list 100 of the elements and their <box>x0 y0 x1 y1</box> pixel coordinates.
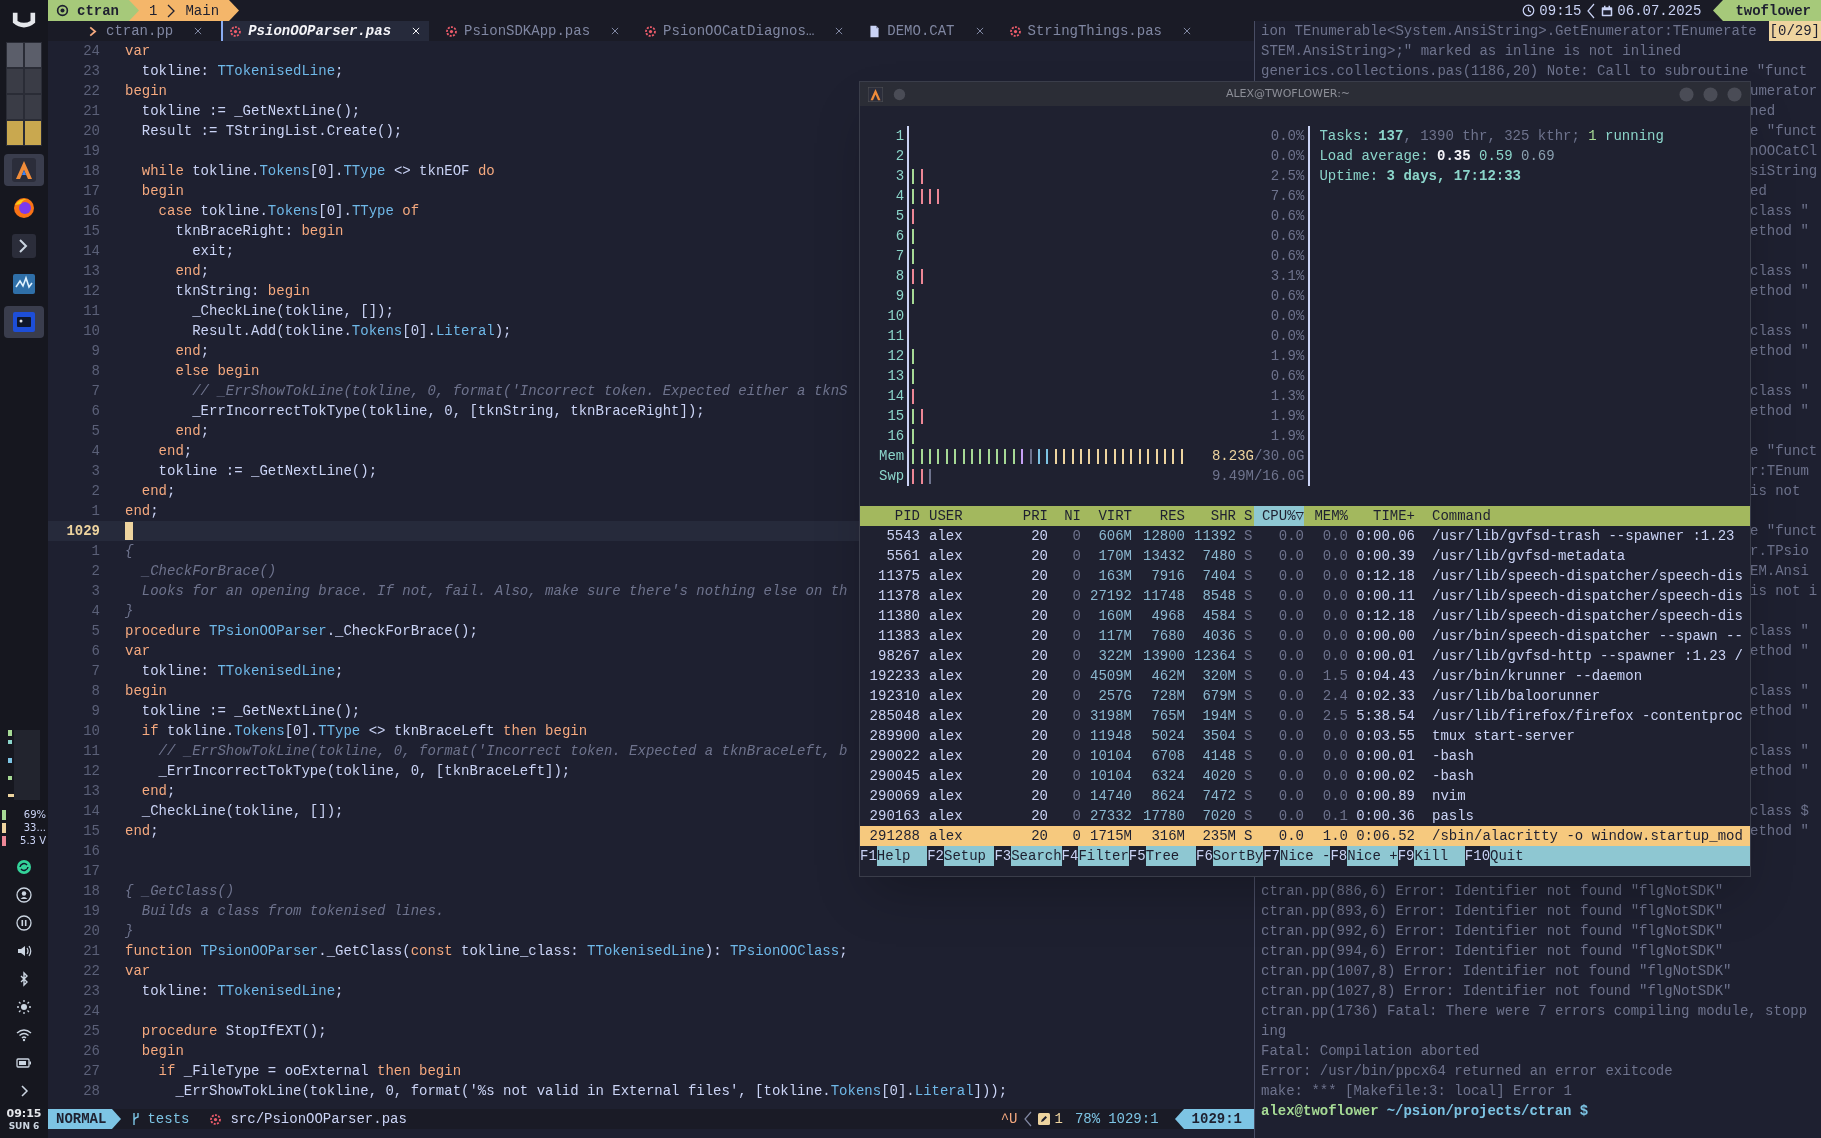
code-line: begin <box>125 82 167 101</box>
gear-icon <box>1008 24 1022 38</box>
sensor-reading: 5.3 V <box>20 834 46 847</box>
code-line: procedure TPsionOOParser._CheckForBrace(); <box>125 622 478 641</box>
sensor-reading: 33... <box>23 821 46 834</box>
column-header[interactable]: S <box>1236 506 1254 526</box>
editor-tab[interactable]: PsionOOParser.pas <box>221 21 430 41</box>
workspace-thumbnail[interactable] <box>7 95 23 119</box>
code-line: end; <box>140 782 176 801</box>
user-icon[interactable] <box>16 887 32 903</box>
window-title: ALEX@TWOFLOWER:~ <box>1225 86 1351 102</box>
process-row[interactable]: 285048 alex 20 0 3198M 765M 194M S 0.0 2.5 5:38.54 /usr/lib/firefox/firefox -contentproc <box>860 706 1750 726</box>
terminal-line: ethod " <box>1750 342 1809 361</box>
workspace-thumbnail[interactable] <box>25 121 41 145</box>
gear-icon <box>209 1112 223 1126</box>
process-row[interactable]: 192233 alex 20 0 4509M 462M 320M S 0.0 1.5 0:04.43 /usr/bin/krunner --daemon <box>860 666 1750 686</box>
code-line: end; <box>125 822 159 841</box>
terminal-app-icon <box>12 158 36 182</box>
process-row[interactable]: 11375 alex 20 0 163M 7916 7404 S 0.0 0.0 0:12.18 /usr/lib/speech-dispatcher/speech-dis <box>860 566 1750 586</box>
workspace-thumbnail[interactable] <box>25 69 41 93</box>
scroll-percent: 78% <box>1074 1110 1101 1129</box>
tab-label: PsionSDKApp.pas <box>464 22 591 41</box>
process-row[interactable]: 291288 alex 20 0 1715M 316M 235M S 0.0 1.0 0:06.52 /sbin/alacritty -o window.startup_mod <box>860 826 1750 846</box>
line-number: 9 <box>90 342 100 361</box>
meter-reading: 7.6% <box>1270 187 1305 206</box>
process-row[interactable]: 11380 alex 20 0 160M 4968 4584 S 0.0 0.0 0:12.18 /usr/lib/speech-dispatcher/speech-dis <box>860 606 1750 626</box>
line-number: 10 <box>82 722 100 741</box>
code-line: while tokline.Tokens[0].TType <> tknEOF do <box>140 162 495 181</box>
column-header[interactable]: TIME+ <box>1348 506 1415 526</box>
brightness-icon[interactable] <box>16 999 32 1015</box>
process-row[interactable]: 290045 alex 20 0 10104 6324 4020 S 0.0 0.0 0:00.02 -bash <box>860 766 1750 786</box>
speaker-icon[interactable] <box>16 943 32 959</box>
usage-ticks-drawing <box>912 468 931 484</box>
meter-label: 7 <box>894 247 905 266</box>
line-number: 17 <box>82 182 100 201</box>
process-row[interactable]: 290163 alex 20 0 27332 17780 7020 S 0.0 0.1 0:00.36 pasls <box>860 806 1750 826</box>
process-row[interactable]: 11383 alex 20 0 117M 7680 4036 S 0.0 0.0 0:00.00 /usr/bin/speech-dispatcher --spawn -- <box>860 626 1750 646</box>
column-header[interactable]: SHR <box>1185 506 1236 526</box>
gear-icon <box>445 24 459 38</box>
column-header[interactable]: USER <box>920 506 1009 526</box>
terminal-app-icon[interactable] <box>868 86 883 102</box>
close-icon[interactable] <box>411 26 422 36</box>
code-line: exit; <box>191 242 235 261</box>
column-header[interactable]: NI <box>1048 506 1081 526</box>
terminal-line: class " <box>1750 202 1809 221</box>
file-path: src/PsionOOParser.pas <box>230 1110 407 1129</box>
meter-reading: 1.9% <box>1270 407 1305 426</box>
usage-ticks-drawing <box>912 188 940 204</box>
column-header[interactable]: Command <box>1415 506 1750 526</box>
column-header[interactable]: PRI <box>1009 506 1048 526</box>
process-row[interactable]: 192310 alex 20 0 257G 728M 679M S 0.0 2.4 0:02.33 /usr/lib/baloorunner <box>860 686 1750 706</box>
prompt-path: ~/psion/projects/ctran $ <box>1386 1102 1589 1121</box>
terminal-line: class " <box>1750 322 1809 341</box>
line-number: 9 <box>90 702 100 721</box>
wifi-icon[interactable] <box>16 1027 32 1043</box>
editor-tab[interactable]: PsionOOCatDiagnos… <box>638 21 853 41</box>
pause-icon[interactable] <box>16 915 32 931</box>
workspace-thumbnail[interactable] <box>7 69 23 93</box>
process-row[interactable]: 289900 alex 20 0 11948 5024 3504 S 0.0 0.0 0:03.55 tmux start-server <box>860 726 1750 746</box>
line-number: 25 <box>82 1022 100 1041</box>
column-header[interactable]: VIRT <box>1081 506 1132 526</box>
workspace-pager[interactable] <box>6 42 42 146</box>
meter-label: 13 <box>886 367 905 386</box>
code-line: end; <box>174 342 210 361</box>
process-row[interactable]: 290069 alex 20 0 14740 8624 7472 S 0.0 0.0 0:00.89 nvim <box>860 786 1750 806</box>
code-line: begin <box>125 682 167 701</box>
column-header[interactable]: PID <box>860 506 920 526</box>
process-row[interactable]: 5561 alex 20 0 170M 13432 7480 S 0.0 0.0 0:00.39 /usr/lib/gvfsd-metadata <box>860 546 1750 566</box>
process-row[interactable]: 290022 alex 20 0 10104 6708 4148 S 0.0 0.0 0:00.01 -bash <box>860 746 1750 766</box>
battery-icon[interactable] <box>16 1055 32 1071</box>
terminal-line: ethod " <box>1750 642 1809 661</box>
clock-icon <box>1522 4 1536 17</box>
workspace-thumbnail[interactable] <box>7 121 23 145</box>
process-row[interactable]: 98267 alex 20 0 322M 13900 12364 S 0.0 0.0 0:00.01 /usr/lib/gvfsd-http --spawner :1.23 / <box>860 646 1750 666</box>
line-number: 1 <box>90 502 100 521</box>
workspace-thumbnail[interactable] <box>25 43 41 67</box>
editor-tab[interactable]: DEMO.CAT <box>862 21 993 41</box>
code-line: end; <box>174 262 210 281</box>
workspace-thumbnail[interactable] <box>25 95 41 119</box>
line-number: 3 <box>90 582 100 601</box>
process-row[interactable]: 5543 alex 20 0 606M 12800 11392 S 0.0 0.0 0:00.06 /usr/lib/gvfsd-trash --spawner :1.23 <box>860 526 1750 546</box>
column-header[interactable]: MEM% <box>1304 506 1348 526</box>
line-number: 8 <box>90 362 100 381</box>
editor-tab[interactable]: StringThings.pas <box>1002 21 1200 41</box>
pencil-icon <box>1037 1113 1050 1125</box>
process-row[interactable]: 11378 alex 20 0 27192 11748 8548 S 0.0 0.0 0:00.11 /usr/lib/speech-dispatcher/speech-dis <box>860 586 1750 606</box>
meter-label: 4 <box>894 187 905 206</box>
editor-tab[interactable]: ctran.pp <box>81 21 212 41</box>
segment-arrow-icon <box>1174 1109 1184 1129</box>
terminal-line: ctran.pp(994,6) Error: Identifier not found "flgNotSDK" <box>1261 942 1724 961</box>
column-header[interactable]: CPU%▽ <box>1254 506 1304 526</box>
sync-icon[interactable] <box>16 859 32 875</box>
line-number: 12 <box>82 762 100 781</box>
level-bar <box>2 809 6 820</box>
column-header[interactable]: RES <box>1132 506 1185 526</box>
terminal-line: e "funct <box>1750 522 1818 541</box>
terminal-line: r.TPsio <box>1750 542 1809 561</box>
line-number: 28 <box>82 1082 100 1101</box>
editor-tab[interactable]: PsionSDKApp.pas <box>439 21 629 41</box>
workspace-thumbnail[interactable] <box>7 43 23 67</box>
